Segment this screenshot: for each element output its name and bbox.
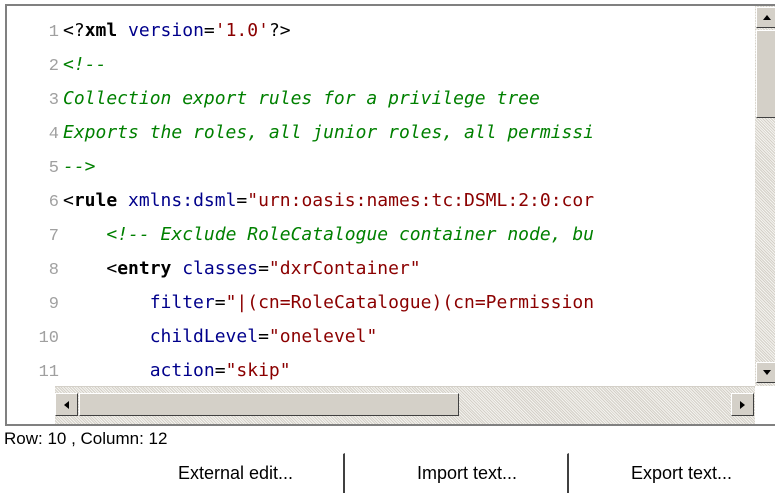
code-token: <?: [63, 20, 85, 41]
scroll-down-button[interactable]: [756, 362, 775, 383]
code-line[interactable]: 4 Exports the roles, all junior roles, al…: [7, 116, 594, 150]
code-token: version: [128, 20, 204, 41]
line-number: 8: [48, 261, 59, 280]
code-token: filter: [149, 292, 215, 313]
cursor-position-status: Row: 10 , Column: 12: [4, 429, 168, 448]
code-line[interactable]: 11 action="skip": [7, 354, 291, 386]
code-token: ?>: [268, 20, 291, 41]
code-line[interactable]: 3 Collection export rules for a privilege…: [7, 82, 540, 116]
line-number: 1: [48, 23, 59, 42]
code-token: '1.0': [214, 20, 269, 41]
code-token: <: [63, 258, 118, 279]
code-token: "|(cn=RoleCatalogue)(cn=Permission: [225, 292, 595, 313]
code-token: Exports the roles, all junior roles, all…: [63, 122, 595, 143]
code-token: Collection export rules for a privilege …: [63, 88, 540, 109]
code-line[interactable]: 6 <rule xmlns:dsml="urn:oasis:names:tc:DS…: [7, 184, 594, 218]
code-token: xmlns:dsml: [128, 190, 237, 211]
code-line[interactable]: 10 childLevel="onelevel": [7, 320, 378, 354]
line-number: 2: [48, 57, 59, 76]
up-arrow-icon: [762, 15, 771, 20]
code-token: <!--: [63, 54, 107, 75]
vertical-scroll-thumb[interactable]: [756, 30, 775, 118]
line-number: 5: [48, 159, 59, 178]
horizontal-scroll-thumb[interactable]: [79, 393, 459, 416]
line-number: 6: [48, 193, 59, 212]
code-token: classes: [182, 258, 259, 279]
scrollbar-corner: [755, 386, 775, 424]
code-token: xml: [84, 20, 118, 41]
code-line[interactable]: 2 <!--: [7, 48, 107, 82]
code-token: entry: [117, 258, 172, 279]
code-line[interactable]: 9 filter="|(cn=RoleCatalogue)(cn=Permiss…: [7, 286, 594, 320]
code-token: childLevel: [149, 326, 259, 347]
code-line[interactable]: 8 <entry classes="dxrContainer": [7, 252, 421, 286]
xml-editor[interactable]: 1 <?xml version='1.0'?> 2 <!-- 3 Collection e…: [5, 4, 775, 426]
code-line[interactable]: 1 <?xml version='1.0'?>: [7, 14, 291, 48]
code-area[interactable]: 1 <?xml version='1.0'?> 2 <!-- 3 Collection e…: [7, 6, 755, 386]
code-token: rule: [73, 190, 118, 211]
code-token: =: [258, 258, 269, 279]
code-token: <!-- Exclude RoleCatalogue container nod…: [106, 224, 595, 245]
code-token: =: [258, 326, 269, 347]
scroll-up-button[interactable]: [756, 7, 775, 28]
code-token: action: [149, 360, 215, 381]
code-token: -->: [63, 156, 96, 177]
code-line[interactable]: 7 <!-- Exclude RoleCatalogue container n…: [7, 218, 594, 252]
scroll-left-button[interactable]: [55, 393, 78, 416]
code-token: "urn:oasis:names:tc:DSML:2:0:cor: [247, 190, 595, 211]
vertical-scrollbar[interactable]: [755, 6, 775, 386]
line-number: 3: [48, 91, 59, 110]
code-token: =: [236, 190, 248, 211]
down-arrow-icon: [762, 370, 771, 375]
import-text-button[interactable]: Import text...: [366, 453, 569, 493]
left-arrow-icon: [64, 400, 69, 409]
code-token: =: [214, 292, 226, 313]
horizontal-scrollbar[interactable]: [55, 386, 755, 424]
code-token: <: [63, 190, 74, 211]
line-number: 7: [48, 227, 59, 246]
external-edit-button[interactable]: External edit...: [127, 453, 345, 493]
right-arrow-icon: [740, 400, 745, 409]
code-line[interactable]: 5 -->: [7, 150, 96, 184]
code-token: =: [214, 360, 226, 381]
line-number: 9: [48, 295, 59, 314]
export-text-button[interactable]: Export text...: [587, 453, 775, 493]
line-number: 11: [38, 363, 59, 382]
gutter-spacer: [7, 386, 55, 424]
code-token: "dxrContainer": [268, 258, 421, 279]
scroll-right-button[interactable]: [731, 393, 754, 416]
code-token: =: [203, 20, 215, 41]
code-token: "skip": [225, 360, 291, 381]
line-number: 4: [48, 125, 59, 144]
code-token: "onelevel": [268, 326, 378, 347]
line-number: 10: [38, 329, 59, 348]
